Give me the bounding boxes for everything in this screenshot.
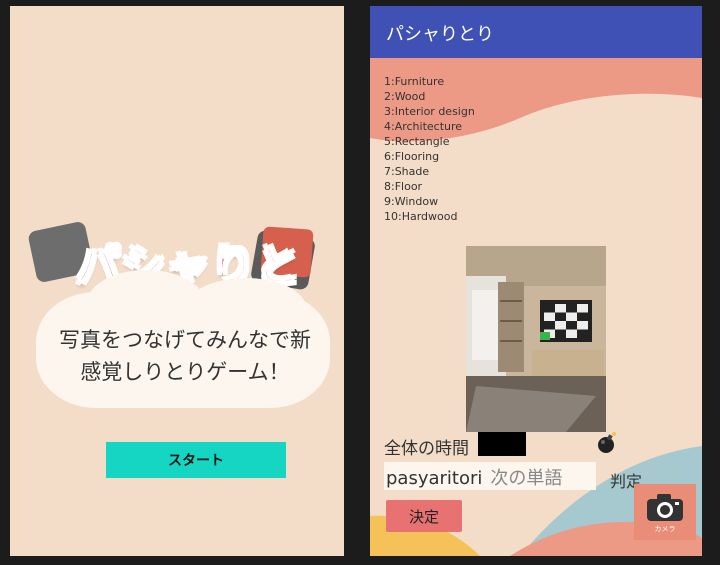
captured-photo	[466, 246, 606, 432]
next-word-input[interactable]: pasyaritori 次の単語	[384, 462, 596, 490]
camera-caption: カメラ	[654, 525, 676, 533]
tagline-line-1: 写真をつなげてみんなで新	[59, 328, 311, 352]
total-time-value	[478, 432, 526, 456]
list-item: 1:Furniture	[384, 75, 445, 88]
list-item: 9:Window	[384, 195, 439, 208]
app-bar-title: パシャりとり	[370, 6, 702, 58]
list-item: 2:Wood	[384, 90, 426, 103]
total-time-label: 全体の時間	[384, 439, 469, 459]
tagline-line-2: 感覚しりとりゲーム！	[80, 360, 290, 384]
game-screen: パシャりとり 1:Furniture 2:Wood 3:Interior des…	[370, 6, 702, 556]
list-item: 5:Rectangle	[384, 135, 450, 148]
list-item: 3:Interior design	[384, 105, 475, 118]
list-item: 8:Floor	[384, 180, 423, 193]
list-item: 10:Hardwood	[384, 210, 458, 223]
bomb-icon	[598, 432, 616, 453]
tagline: 写真をつなげてみんなで新 感覚しりとりゲーム！	[40, 324, 330, 388]
title-screen: パシャりとり 写真をつなげてみんなで新 感覚しりとりゲーム！ スタート	[10, 6, 344, 556]
camera-button[interactable]: カメラ	[634, 484, 696, 540]
word-input-value: pasyaritori	[386, 468, 483, 489]
list-item: 6:Flooring	[384, 150, 440, 163]
camera-icon	[647, 493, 683, 521]
word-list: 1:Furniture 2:Wood 3:Interior design 4:A…	[384, 74, 475, 224]
list-item: 4:Architecture	[384, 120, 463, 133]
word-input-placeholder: 次の単語	[490, 468, 563, 489]
list-item: 7:Shade	[384, 165, 430, 178]
decide-button[interactable]: 決定	[386, 500, 462, 532]
start-button[interactable]: スタート	[106, 442, 286, 478]
